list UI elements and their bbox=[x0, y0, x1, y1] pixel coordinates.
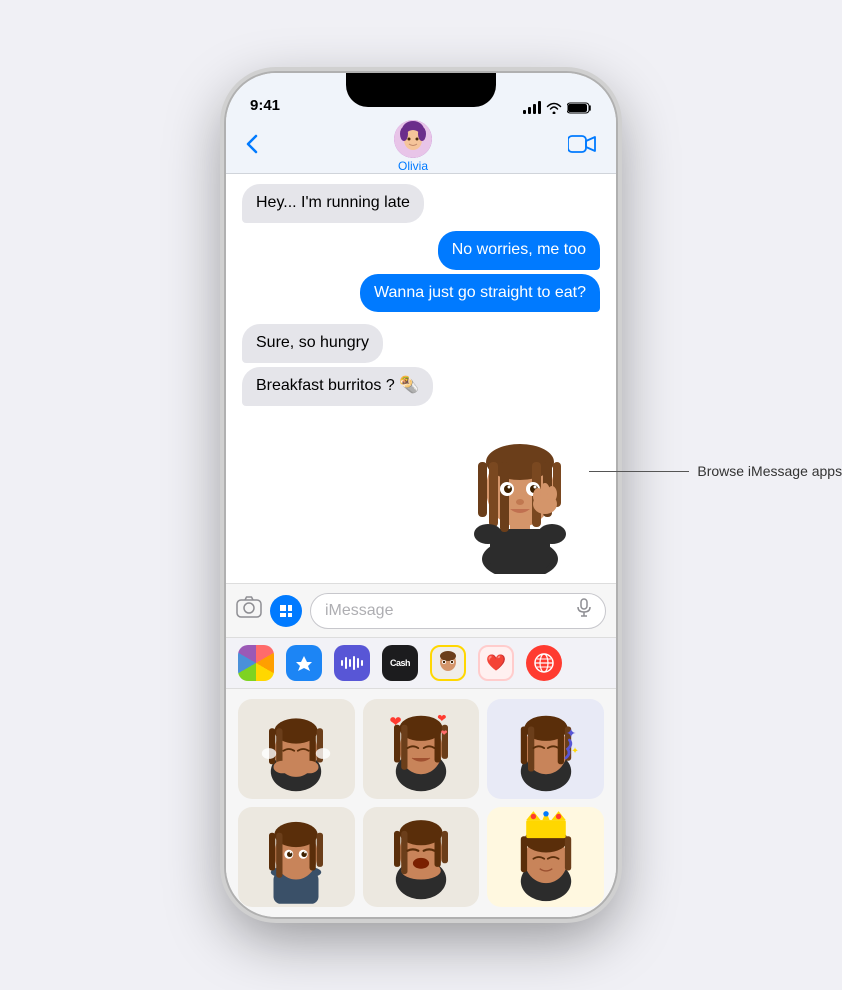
hearts-app-button[interactable]: ❤️ bbox=[478, 645, 514, 681]
photos-app-button[interactable] bbox=[238, 645, 274, 681]
wifi-icon bbox=[546, 102, 562, 114]
audio-app-button[interactable] bbox=[334, 645, 370, 681]
message-bubble[interactable]: Breakfast burritos ? 🌯 bbox=[242, 367, 433, 406]
message-text: Hey... I'm running late bbox=[256, 194, 410, 211]
sticker-item[interactable] bbox=[363, 807, 480, 907]
apple-cash-button[interactable]: Cash bbox=[382, 645, 418, 681]
svg-text:✦: ✦ bbox=[565, 726, 576, 740]
svg-text:❤: ❤ bbox=[437, 713, 446, 725]
app-store-button[interactable] bbox=[286, 645, 322, 681]
chat-area: Hey... I'm running late No worries, me t… bbox=[226, 174, 616, 917]
sticker-item[interactable]: ❤ ❤ ❤ bbox=[363, 699, 480, 799]
apps-strip: Cash ❤️ bbox=[226, 637, 616, 689]
annotation: Browse iMessage apps. bbox=[589, 463, 842, 479]
message-row: Wanna just go straight to eat? bbox=[242, 274, 600, 313]
battery-icon bbox=[567, 102, 592, 114]
phone-frame: 9:41 bbox=[226, 73, 616, 917]
svg-text:✦: ✦ bbox=[571, 746, 579, 756]
input-area: iMessage bbox=[226, 583, 616, 637]
message-text: Wanna just go straight to eat? bbox=[374, 284, 586, 301]
message-row: Hey... I'm running late bbox=[242, 184, 600, 223]
memoji-sticker bbox=[450, 414, 590, 554]
globe-app-button[interactable] bbox=[526, 645, 562, 681]
annotation-text: Browse iMessage apps. bbox=[697, 463, 842, 479]
message-bubble[interactable]: Wanna just go straight to eat? bbox=[360, 274, 600, 313]
message-text: No worries, me too bbox=[452, 241, 586, 258]
input-placeholder: iMessage bbox=[325, 602, 393, 620]
memoji-app-button[interactable] bbox=[430, 645, 466, 681]
stickers-grid: ❤ ❤ ❤ bbox=[226, 689, 616, 917]
sticker-item[interactable] bbox=[487, 807, 604, 907]
status-icons bbox=[523, 101, 592, 114]
message-input[interactable]: iMessage bbox=[310, 593, 606, 629]
memoji-sticker-message[interactable] bbox=[242, 414, 600, 554]
contact-name: Olivia bbox=[398, 159, 428, 173]
sticker-item[interactable] bbox=[238, 807, 355, 907]
message-row: Breakfast burritos ? 🌯 bbox=[242, 367, 600, 406]
message-text: Breakfast burritos ? 🌯 bbox=[256, 377, 419, 394]
mic-icon[interactable] bbox=[577, 598, 591, 623]
svg-text:❤: ❤ bbox=[441, 729, 448, 738]
message-bubble[interactable]: Hey... I'm running late bbox=[242, 184, 424, 223]
message-bubble[interactable]: Sure, so hungry bbox=[242, 324, 383, 363]
message-row: Sure, so hungry bbox=[242, 324, 600, 363]
camera-button[interactable] bbox=[236, 596, 262, 625]
back-button[interactable] bbox=[246, 134, 258, 160]
sticker-item[interactable] bbox=[238, 699, 355, 799]
message-bubble[interactable]: No worries, me too bbox=[438, 231, 600, 270]
notch bbox=[346, 73, 496, 107]
message-row: No worries, me too bbox=[242, 231, 600, 270]
message-text: Sure, so hungry bbox=[256, 334, 369, 351]
memoji-art bbox=[450, 414, 590, 574]
avatar-memoji bbox=[394, 120, 432, 158]
status-time: 9:41 bbox=[250, 97, 280, 114]
apps-button[interactable] bbox=[270, 595, 302, 627]
messages-container: Hey... I'm running late No worries, me t… bbox=[226, 174, 616, 568]
nav-bar: Olivia bbox=[226, 120, 616, 174]
video-call-button[interactable] bbox=[568, 134, 596, 160]
sticker-item[interactable]: ✦ ✦ bbox=[487, 699, 604, 799]
contact-info[interactable]: Olivia bbox=[394, 120, 432, 173]
signal-icon bbox=[523, 101, 541, 114]
svg-text:❤: ❤ bbox=[389, 715, 401, 731]
avatar bbox=[394, 120, 432, 158]
